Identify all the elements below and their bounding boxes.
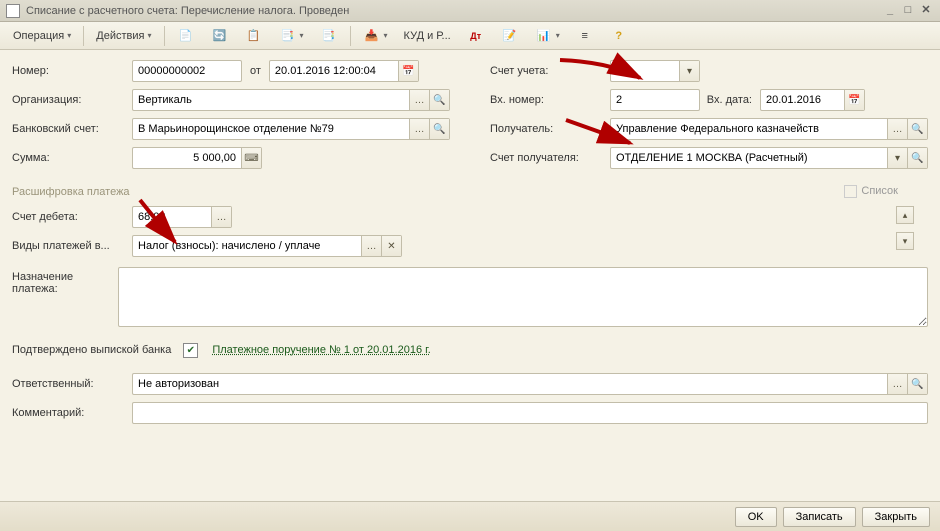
- acct-label: Счет учета:: [490, 65, 610, 77]
- debit-label: Счет дебета:: [12, 211, 132, 223]
- recipient-label: Получатель:: [490, 123, 610, 135]
- title-bar: Списание с расчетного счета: Перечислени…: [0, 0, 940, 22]
- debit-field[interactable]: …: [132, 206, 232, 228]
- ellipsis-icon[interactable]: …: [887, 374, 907, 394]
- clear-icon[interactable]: ✕: [381, 236, 401, 256]
- toolbar-icon-9[interactable]: ≡: [569, 25, 601, 47]
- ellipsis-icon[interactable]: …: [361, 236, 381, 256]
- bankacc-input[interactable]: [133, 119, 409, 139]
- acct-input[interactable]: [611, 61, 679, 81]
- toolbar-icon-7[interactable]: 📝: [494, 25, 526, 47]
- scroll-up-button[interactable]: ▴: [896, 206, 914, 224]
- sum-label: Сумма:: [12, 152, 132, 164]
- ellipsis-icon[interactable]: …: [409, 119, 429, 139]
- dtkt-icon[interactable]: Дт: [460, 25, 492, 47]
- paytype-field[interactable]: … ✕: [132, 235, 402, 257]
- comment-label: Комментарий:: [12, 407, 132, 419]
- ellipsis-icon[interactable]: …: [409, 90, 429, 110]
- recacct-label: Счет получателя:: [490, 152, 610, 164]
- minimize-button[interactable]: _: [882, 4, 898, 18]
- toolbar-icon-5[interactable]: 📑: [313, 25, 345, 47]
- calculator-icon[interactable]: ⌨: [241, 148, 261, 168]
- toolbar: Операция Действия 📄 🔄 📋 📑 📑 📥 КУД и Р...…: [0, 22, 940, 50]
- toolbar-icon-8[interactable]: 📊: [528, 25, 567, 47]
- debit-input[interactable]: [133, 207, 211, 227]
- ok-button[interactable]: OK: [735, 507, 777, 527]
- operation-menu[interactable]: Операция: [6, 25, 78, 47]
- number-label: Номер:: [12, 65, 132, 77]
- toolbar-icon-1[interactable]: 📄: [170, 25, 202, 47]
- help-icon[interactable]: ?: [603, 25, 635, 47]
- date-field[interactable]: 📅: [269, 60, 419, 82]
- recipient-input[interactable]: [611, 119, 887, 139]
- paytype-label: Виды платежей в...: [12, 240, 132, 252]
- recacct-field[interactable]: ▾ 🔍: [610, 147, 928, 169]
- date-input[interactable]: [270, 61, 398, 81]
- responsible-field[interactable]: … 🔍: [132, 373, 928, 395]
- document-icon: [6, 4, 20, 18]
- responsible-label: Ответственный:: [12, 378, 132, 390]
- list-toggle[interactable]: Список: [844, 185, 898, 198]
- indate-field[interactable]: 📅: [760, 89, 865, 111]
- indate-label: Вх. дата:: [700, 94, 760, 106]
- inno-field[interactable]: [610, 89, 700, 111]
- bankacc-label: Банковский счет:: [12, 123, 132, 135]
- window-title: Списание с расчетного счета: Перечислени…: [26, 5, 349, 17]
- confirmed-checkbox[interactable]: [183, 343, 198, 358]
- form-content: Номер: от 📅 Организация: … 🔍: [0, 50, 940, 424]
- search-icon[interactable]: 🔍: [429, 119, 449, 139]
- toolbar-icon-2[interactable]: 🔄: [204, 25, 236, 47]
- ellipsis-icon[interactable]: …: [887, 119, 907, 139]
- responsible-input[interactable]: [133, 374, 887, 394]
- dropdown-icon[interactable]: ▾: [679, 61, 699, 81]
- purpose-label: Назначение платежа:: [12, 267, 118, 295]
- recipient-field[interactable]: … 🔍: [610, 118, 928, 140]
- left-column: Номер: от 📅 Организация: … 🔍: [12, 60, 450, 176]
- indate-input[interactable]: [761, 90, 844, 110]
- calendar-icon[interactable]: 📅: [844, 90, 864, 110]
- toolbar-icon-3[interactable]: 📋: [238, 25, 270, 47]
- close-button[interactable]: Закрыть: [862, 507, 930, 527]
- close-window-button[interactable]: ✕: [918, 4, 934, 18]
- comment-input[interactable]: [133, 403, 927, 423]
- number-input[interactable]: [133, 61, 241, 81]
- scroll-down-button[interactable]: ▾: [896, 232, 914, 250]
- list-checkbox[interactable]: [844, 185, 857, 198]
- right-column: Счет учета: ▾ Вх. номер: Вх. дата: 📅 Пол: [490, 60, 928, 176]
- inno-input[interactable]: [611, 90, 699, 110]
- recacct-input[interactable]: [611, 148, 887, 168]
- sum-field[interactable]: ⌨: [132, 147, 262, 169]
- dropdown-icon[interactable]: ▾: [887, 148, 907, 168]
- toolbar-icon-4[interactable]: 📑: [272, 25, 311, 47]
- save-button[interactable]: Записать: [783, 507, 856, 527]
- from-label: от: [242, 65, 269, 77]
- org-field[interactable]: … 🔍: [132, 89, 450, 111]
- search-icon[interactable]: 🔍: [907, 374, 927, 394]
- search-icon[interactable]: 🔍: [907, 119, 927, 139]
- org-input[interactable]: [133, 90, 409, 110]
- calendar-icon[interactable]: 📅: [398, 61, 418, 81]
- section-title: Расшифровка платежа: [12, 186, 130, 198]
- kudr-button[interactable]: КУД и Р...: [397, 25, 458, 47]
- purpose-textarea[interactable]: [118, 267, 928, 327]
- maximize-button[interactable]: □: [900, 4, 916, 18]
- ellipsis-icon[interactable]: …: [211, 207, 231, 227]
- paytype-input[interactable]: [133, 236, 361, 256]
- search-icon[interactable]: 🔍: [429, 90, 449, 110]
- acct-field[interactable]: ▾: [610, 60, 700, 82]
- comment-field[interactable]: [132, 402, 928, 424]
- org-label: Организация:: [12, 94, 132, 106]
- inno-label: Вх. номер:: [490, 94, 610, 106]
- confirmed-label: Подтверждено выпиской банка: [12, 344, 171, 356]
- list-label: Список: [861, 185, 898, 197]
- sum-input[interactable]: [133, 148, 241, 168]
- toolbar-icon-6[interactable]: 📥: [356, 25, 395, 47]
- bankacc-field[interactable]: … 🔍: [132, 118, 450, 140]
- payment-order-link[interactable]: Платежное поручение № 1 от 20.01.2016 г.: [212, 344, 430, 356]
- search-icon[interactable]: 🔍: [907, 148, 927, 168]
- bottom-bar: OK Записать Закрыть: [0, 501, 940, 531]
- actions-menu[interactable]: Действия: [89, 25, 158, 47]
- number-field[interactable]: [132, 60, 242, 82]
